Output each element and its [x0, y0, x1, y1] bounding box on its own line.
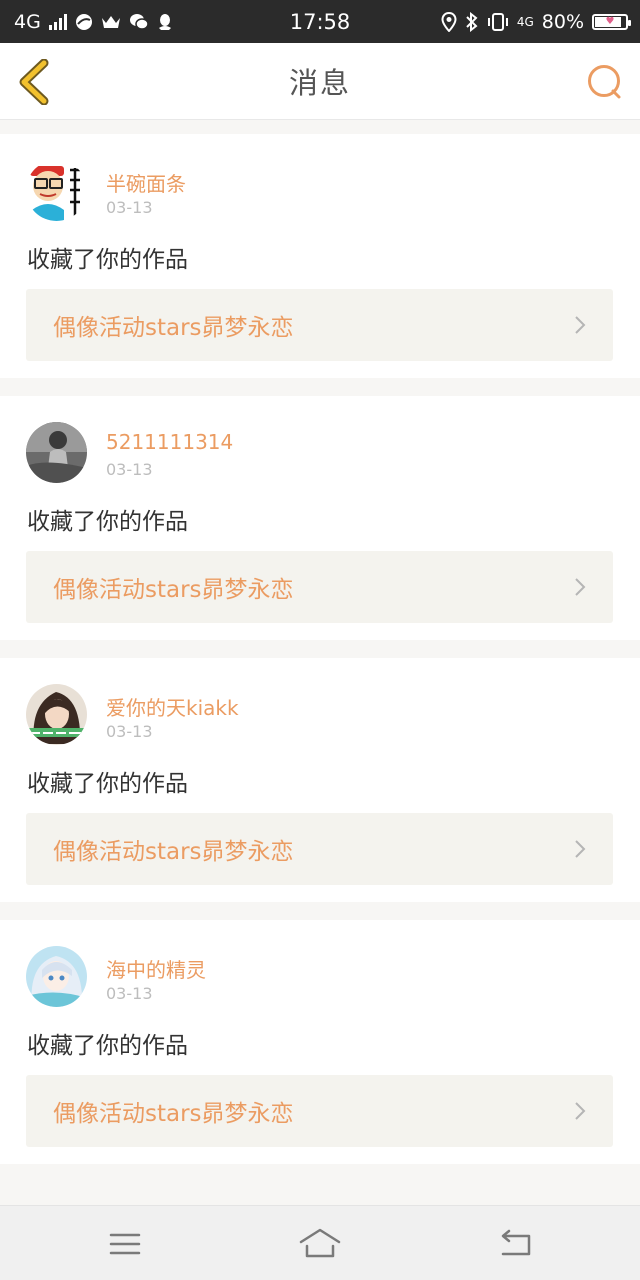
heart-icon: ♥: [605, 16, 615, 27]
location-icon: [441, 11, 457, 32]
page-title: 消息: [288, 66, 351, 100]
grayscale-photo-avatar-icon: [26, 422, 87, 483]
bluetooth-icon: [466, 11, 478, 32]
menu-icon[interactable]: [103, 1226, 147, 1262]
notification-card: 5211111314 03-13 收藏了你的作品 偶像活动stars昴梦永恋: [0, 396, 640, 640]
signal-icon: [48, 13, 67, 30]
action-text: 收藏了你的作品: [27, 771, 188, 797]
search-icon[interactable]: [586, 63, 624, 101]
avatar[interactable]: [26, 946, 87, 1007]
notification-card: 半碗面条 03-13 收藏了你的作品 偶像活动stars昴梦永恋: [0, 134, 640, 378]
cartoon-avatar-icon: [26, 160, 87, 221]
avatar[interactable]: [26, 422, 87, 483]
battery-percent: 80%: [541, 10, 584, 33]
wechat-icon: [129, 13, 149, 30]
back-icon[interactable]: [493, 1226, 537, 1262]
girl-photo-avatar-icon: [26, 684, 87, 745]
work-title: 偶像活动stars昴梦永恋: [53, 577, 294, 603]
work-link[interactable]: 偶像活动stars昴梦永恋: [26, 289, 613, 361]
user-name[interactable]: 海中的精灵: [106, 954, 206, 983]
status-bar: 4G 17:58 4G 80% ♥: [0, 0, 640, 43]
work-title: 偶像活动stars昴梦永恋: [53, 839, 294, 865]
home-icon[interactable]: [298, 1226, 342, 1262]
notification-list: 半碗面条 03-13 收藏了你的作品 偶像活动stars昴梦永恋 5211111…: [0, 134, 640, 1182]
work-link[interactable]: 偶像活动stars昴梦永恋: [26, 813, 613, 885]
work-title: 偶像活动stars昴梦永恋: [53, 315, 294, 341]
network-type-2: 4G: [516, 14, 534, 29]
action-text: 收藏了你的作品: [27, 247, 188, 273]
battery-icon: ♥: [592, 13, 631, 30]
vibrate-icon: [487, 12, 508, 31]
notification-card: 爱你的天kiakk 03-13 收藏了你的作品 偶像活动stars昴梦永恋: [0, 658, 640, 902]
work-title: 偶像活动stars昴梦永恋: [53, 1101, 294, 1127]
chevron-right-icon: [575, 840, 586, 858]
work-link[interactable]: 偶像活动stars昴梦永恋: [26, 1075, 613, 1147]
chevron-right-icon: [575, 578, 586, 596]
notification-card: 海中的精灵 03-13 收藏了你的作品 偶像活动stars昴梦永恋: [0, 920, 640, 1164]
post-date: 03-13: [106, 198, 153, 217]
post-date: 03-13: [106, 460, 153, 479]
action-text: 收藏了你的作品: [27, 509, 188, 535]
status-left: 4G: [14, 11, 173, 33]
user-name[interactable]: 5211111314: [106, 430, 233, 454]
qq-icon: [158, 13, 171, 30]
back-button[interactable]: [14, 59, 54, 105]
status-right: 4G 80% ♥: [441, 10, 631, 33]
avatar[interactable]: [26, 684, 87, 745]
bottom-nav: [0, 1205, 640, 1280]
chevron-right-icon: [575, 1102, 586, 1120]
user-name[interactable]: 爱你的天kiakk: [106, 692, 239, 721]
post-date: 03-13: [106, 984, 153, 1003]
browser-icon: [75, 13, 92, 30]
network-type: 4G: [14, 10, 41, 33]
user-name[interactable]: 半碗面条: [106, 168, 186, 197]
crown-icon: [101, 15, 120, 28]
avatar[interactable]: [26, 160, 87, 221]
chevron-right-icon: [575, 316, 586, 334]
anime-girl-avatar-icon: [26, 946, 87, 1007]
app-header: 消息: [0, 43, 640, 120]
action-text: 收藏了你的作品: [27, 1033, 188, 1059]
work-link[interactable]: 偶像活动stars昴梦永恋: [26, 551, 613, 623]
post-date: 03-13: [106, 722, 153, 741]
